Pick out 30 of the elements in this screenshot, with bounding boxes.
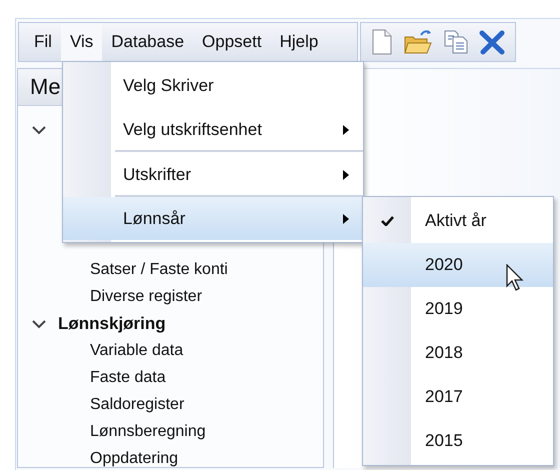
submenu-arrow-icon	[343, 214, 349, 224]
chevron-icon[interactable]	[32, 124, 46, 134]
menu-option[interactable]: Utskrifter	[63, 152, 363, 197]
chevron-icon[interactable]	[32, 318, 46, 328]
menu-item[interactable]: Vis	[60, 23, 102, 61]
submenu-arrow-icon	[343, 124, 349, 134]
mouse-pointer-icon	[506, 264, 526, 292]
menu-item[interactable]: Fil	[25, 23, 61, 61]
menu-item[interactable]: Hjelp	[270, 23, 328, 61]
menu-item[interactable]: Database	[102, 23, 194, 61]
tree-item[interactable]: Faste data	[18, 364, 323, 391]
menu-option[interactable]: 2019	[363, 287, 553, 331]
submenu-arrow-icon	[343, 170, 349, 180]
menu-option[interactable]: Velg utskriftsenhet	[63, 107, 363, 152]
tree-item[interactable]: Diverse register	[18, 283, 323, 310]
menu-option[interactable]: 2015	[363, 419, 553, 463]
menu-option[interactable]: 2020	[363, 243, 553, 287]
tree-group[interactable]: Lønnskjøring	[58, 314, 166, 334]
menu-option[interactable]: 2017	[363, 375, 553, 419]
tree-item[interactable]: Saldoregister	[18, 391, 323, 418]
tree-item[interactable]: Oppdatering	[18, 445, 323, 470]
menu-item[interactable]: Oppsett	[193, 23, 271, 61]
tree-item[interactable]: Variable data	[18, 337, 323, 364]
menu-option[interactable]: Aktivt år	[363, 199, 553, 243]
menu-option[interactable]: Velg Skriver	[63, 64, 363, 107]
tree-item[interactable]: Lønnsberegning	[18, 418, 323, 445]
menu-option[interactable]: Lønnsår	[63, 197, 363, 240]
menu-option[interactable]: 2018	[363, 331, 553, 375]
tree-item[interactable]: Satser / Faste konti	[18, 256, 323, 283]
panel-title: Me	[30, 74, 61, 100]
